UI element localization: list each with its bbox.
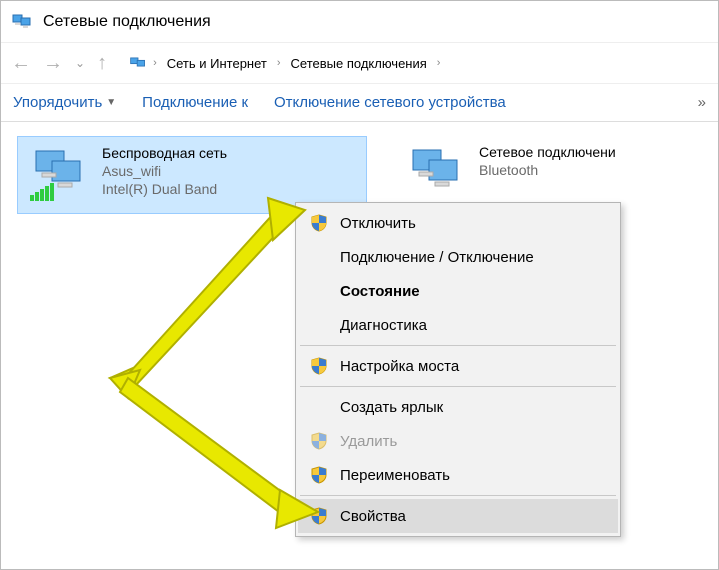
breadcrumb-item[interactable]: Сетевые подключения (287, 54, 431, 73)
connection-ssid: Asus_wifi (102, 163, 227, 179)
connection-item-bluetooth[interactable]: Сетевое подключени Bluetooth (395, 136, 645, 212)
connection-adapter: Intel(R) Dual Band (102, 181, 227, 197)
up-button[interactable]: ↑ (97, 53, 107, 73)
menu-item-diagnostics[interactable]: Диагностика (298, 308, 618, 342)
toolbar: Упорядочить ▼ Подключение к Отключение с… (1, 84, 718, 122)
menu-item-disable[interactable]: Отключить (298, 206, 618, 240)
blank-icon (308, 281, 330, 301)
connection-text: Сетевое подключени Bluetooth (479, 144, 616, 204)
network-connection-icon (28, 145, 92, 205)
menu-separator (300, 495, 616, 496)
connection-name: Сетевое подключени (479, 144, 616, 160)
context-menu: Отключить Подключение / Отключение Состо… (295, 202, 621, 537)
blank-icon (308, 397, 330, 417)
nav-arrows: ← → ⌄ ↑ (11, 53, 107, 73)
connection-text: Беспроводная сеть Asus_wifi Intel(R) Dua… (102, 145, 227, 205)
shield-icon (308, 431, 330, 451)
menu-label: Подключение / Отключение (340, 249, 534, 266)
chevron-down-icon: ▼ (106, 97, 116, 108)
nav-row: ← → ⌄ ↑ › Сеть и Интернет › Сетевые подк… (1, 43, 718, 84)
shield-icon (308, 213, 330, 233)
toolbar-overflow[interactable]: » (698, 94, 706, 111)
connect-to-button[interactable]: Подключение к (142, 94, 248, 111)
chevron-right-icon[interactable]: › (153, 57, 157, 69)
menu-label: Состояние (340, 283, 420, 300)
menu-item-delete: Удалить (298, 424, 618, 458)
menu-label: Диагностика (340, 317, 427, 334)
shield-icon (308, 465, 330, 485)
blank-icon (308, 247, 330, 267)
network-connection-icon (405, 144, 469, 204)
forward-button[interactable]: → (43, 53, 63, 73)
toolbar-label: Отключение сетевого устройства (274, 94, 506, 111)
menu-item-bridge[interactable]: Настройка моста (298, 349, 618, 383)
menu-item-status[interactable]: Состояние (298, 274, 618, 308)
menu-item-rename[interactable]: Переименовать (298, 458, 618, 492)
toolbar-label: Упорядочить (13, 94, 102, 111)
menu-item-create-shortcut[interactable]: Создать ярлык (298, 390, 618, 424)
menu-label: Создать ярлык (340, 399, 443, 416)
recent-dropdown[interactable]: ⌄ (75, 57, 85, 69)
blank-icon (308, 315, 330, 335)
menu-item-connect-disconnect[interactable]: Подключение / Отключение (298, 240, 618, 274)
shield-icon (308, 356, 330, 376)
window-titlebar: Сетевые подключения (1, 1, 718, 43)
breadcrumb-item[interactable]: Сеть и Интернет (163, 54, 271, 73)
control-panel-icon (129, 53, 147, 74)
menu-label: Отключить (340, 215, 416, 232)
shield-icon (308, 506, 330, 526)
menu-separator (300, 386, 616, 387)
menu-label: Удалить (340, 433, 397, 450)
connection-sub: Bluetooth (479, 162, 616, 178)
organize-menu[interactable]: Упорядочить ▼ (13, 94, 116, 111)
menu-label: Переименовать (340, 467, 450, 484)
back-button[interactable]: ← (11, 53, 31, 73)
breadcrumb[interactable]: › Сеть и Интернет › Сетевые подключения … (123, 49, 708, 77)
control-panel-icon (11, 9, 33, 34)
menu-label: Свойства (340, 508, 406, 525)
window-title: Сетевые подключения (43, 13, 211, 31)
menu-item-properties[interactable]: Свойства (298, 499, 618, 533)
chevron-right-icon[interactable]: › (277, 57, 281, 69)
menu-label: Настройка моста (340, 358, 459, 375)
connection-name: Беспроводная сеть (102, 145, 227, 161)
menu-separator (300, 345, 616, 346)
toolbar-label: Подключение к (142, 94, 248, 111)
disable-device-button[interactable]: Отключение сетевого устройства (274, 94, 506, 111)
chevron-right-icon[interactable]: › (437, 57, 441, 69)
